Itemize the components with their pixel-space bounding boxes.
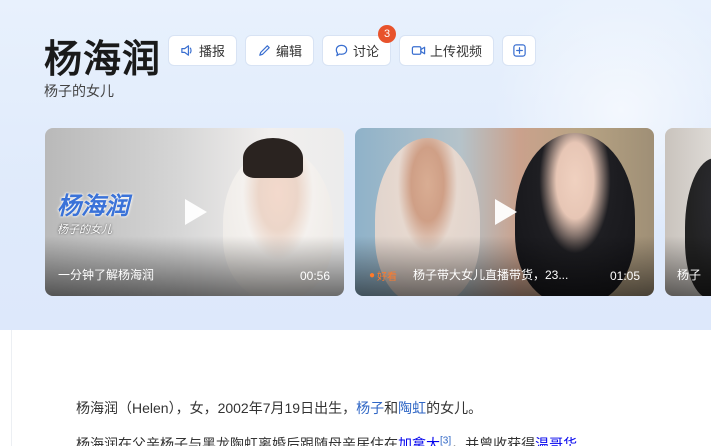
- play-icon[interactable]: [185, 199, 207, 225]
- action-toolbar: 播报 编辑 讨论 3 上传视频: [168, 25, 537, 66]
- text-span: 杨海润（Helen），女，2002年7月19日出生，: [76, 400, 357, 416]
- video-thumbnail-hair: [243, 138, 303, 178]
- upload-video-label: 上传视频: [430, 44, 483, 59]
- text-span: 的女儿。: [426, 400, 483, 416]
- video-title: 杨子带大女儿直播带货，23...: [413, 268, 569, 282]
- article-paragraph: 杨海润（Helen），女，2002年7月19日出生，杨子和陶虹的女儿。: [76, 398, 482, 418]
- video-source-label: 好看: [377, 272, 398, 283]
- broadcast-label: 播报: [199, 44, 226, 59]
- video-title: 一分钟了解杨海润: [58, 268, 155, 282]
- video-overlay-name: 杨海润: [57, 193, 129, 220]
- page-subtitle: 杨子的女儿: [44, 83, 114, 99]
- video-duration: 01:05: [609, 269, 640, 283]
- chat-bubble-icon: [334, 43, 349, 58]
- discuss-count-badge: 3: [378, 25, 397, 43]
- text-span: ，并曾收获得: [451, 436, 536, 446]
- video-card[interactable]: ● 好看 杨子带大女儿直播带货，23... 01:05: [355, 128, 654, 296]
- page-title: 杨海润: [44, 39, 162, 81]
- discuss-button[interactable]: 讨论 3: [322, 25, 397, 66]
- add-button[interactable]: [502, 35, 537, 66]
- video-camera-icon: [411, 43, 426, 58]
- discuss-label: 讨论: [353, 44, 380, 59]
- speaker-icon: [180, 43, 195, 58]
- video-title: 杨子: [677, 268, 702, 282]
- video-card[interactable]: 杨子: [665, 128, 711, 296]
- pencil-icon: [257, 43, 272, 58]
- link-canada[interactable]: 加拿大: [398, 436, 440, 446]
- article-body: 杨海润（Helen），女，2002年7月19日出生，杨子和陶虹的女儿。 杨海润在…: [11, 330, 711, 446]
- video-source-logo: ● 好看: [369, 268, 397, 283]
- video-overlay-subtitle: 杨子的女儿: [57, 224, 112, 236]
- plus-square-icon: [512, 43, 527, 58]
- edit-button[interactable]: 编辑: [245, 35, 315, 66]
- edit-label: 编辑: [276, 44, 303, 59]
- reference-marker[interactable]: [3]: [440, 435, 451, 446]
- text-span: 杨海润在父亲杨子与黑龙陶虹离婚后跟随母亲居住在: [76, 436, 398, 446]
- source-icon: ●: [369, 270, 376, 281]
- broadcast-button[interactable]: 播报: [168, 35, 238, 66]
- article-paragraph: 杨海润在父亲杨子与黑龙陶虹离婚后跟随母亲居住在加拿大[3]，并曾收获得温哥华: [76, 434, 577, 446]
- link-vancouver[interactable]: 温哥华: [535, 436, 577, 446]
- play-icon[interactable]: [495, 199, 517, 225]
- upload-video-button[interactable]: 上传视频: [399, 35, 495, 66]
- text-span: 和: [384, 400, 399, 416]
- video-duration: 00:56: [299, 269, 330, 283]
- link-taohong[interactable]: 陶虹: [398, 400, 426, 416]
- link-yangzi[interactable]: 杨子: [356, 400, 384, 416]
- video-card[interactable]: 杨海润 杨子的女儿 一分钟了解杨海润 00:56: [45, 128, 344, 296]
